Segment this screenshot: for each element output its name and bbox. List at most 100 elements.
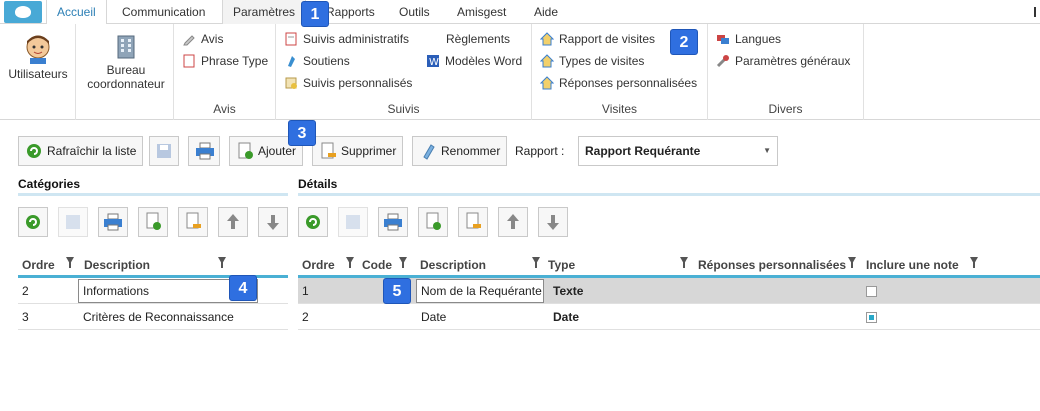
rapport-select[interactable]: Rapport Requérante ▼ (578, 136, 778, 166)
save-icon (66, 215, 80, 229)
save-icon (155, 142, 173, 160)
pencil-icon (182, 32, 196, 46)
callout-badge-1: 1 (301, 1, 329, 27)
filter-icon[interactable] (970, 257, 978, 268)
house-icon (539, 76, 555, 90)
categories-move-down-button[interactable] (258, 207, 288, 237)
soutiens-item[interactable]: Soutiens (284, 52, 350, 70)
inclure-note-checkbox[interactable] (866, 286, 877, 297)
utilisateurs-label: Utilisateurs (8, 67, 68, 81)
details-move-up-button[interactable] (498, 207, 528, 237)
document-icon (182, 54, 196, 68)
reglements-item[interactable]: Règlements (446, 30, 510, 48)
arrow-down-icon (267, 215, 279, 230)
utilisateurs-button[interactable]: Utilisateurs (2, 34, 74, 81)
group-bureau: Bureau coordonnateur (76, 24, 174, 120)
add-document-icon (146, 212, 161, 230)
tab-aide[interactable]: Aide (524, 0, 568, 24)
group-divers: Langues Paramètres généraux Divers (708, 24, 864, 120)
categories-refresh-button[interactable] (18, 207, 48, 237)
categories-save-button[interactable] (58, 207, 88, 237)
col-ordre[interactable]: Ordre (22, 258, 55, 272)
col-reponses-personnalisees[interactable]: Réponses personnalisées (698, 258, 846, 272)
suivis-administratifs-label: Suivis administratifs (303, 32, 410, 46)
phrase-type-label: Phrase Type (201, 54, 269, 68)
callout-badge-2: 2 (670, 29, 698, 55)
table-row[interactable]: 2 Date Date (298, 304, 1040, 330)
modeles-word-item[interactable]: W Modèles Word (426, 52, 522, 70)
filter-icon[interactable] (66, 257, 74, 268)
group-avis: Avis Phrase Type Avis (174, 24, 276, 120)
tab-accueil[interactable]: Accueil (46, 0, 107, 25)
col-description[interactable]: Description (84, 258, 150, 272)
filter-icon[interactable] (346, 257, 354, 268)
divers-group-label: Divers (768, 102, 803, 116)
categories-print-button[interactable] (98, 207, 128, 237)
group-suivis: Suivis administratifs Soutiens Suivis pe… (276, 24, 532, 120)
description-edit-field[interactable]: Nom de la Requérante (416, 279, 544, 303)
reponses-personnalisees-item[interactable]: Réponses personnalisées (539, 74, 697, 92)
rapport-de-visites-label: Rapport de visites (559, 32, 656, 46)
categories-delete-button[interactable] (178, 207, 208, 237)
tab-outils[interactable]: Outils (389, 0, 440, 24)
rename-icon (419, 142, 437, 160)
suivis-administratifs-item[interactable]: Suivis administratifs (284, 30, 409, 48)
delete-document-icon (186, 212, 201, 229)
parametres-generaux-item[interactable]: Paramètres généraux (716, 52, 850, 70)
add-document-icon (426, 212, 441, 230)
details-save-button[interactable] (338, 207, 368, 237)
categories-title-rule (18, 193, 288, 196)
chevron-down-icon: ▼ (763, 146, 771, 155)
clipboard-icon (284, 32, 298, 46)
refresh-list-button[interactable]: Rafraîchir la liste (18, 136, 144, 166)
avis-item[interactable]: Avis (182, 30, 223, 48)
save-button[interactable] (149, 136, 179, 166)
tab-parametres[interactable]: Paramètres (222, 0, 307, 24)
col-inclure-une-note[interactable]: Inclure une note (866, 258, 959, 272)
rapport-de-visites-item[interactable]: Rapport de visites (539, 30, 656, 48)
print-button[interactable] (188, 136, 220, 166)
table-row[interactable]: 3 Critères de Reconnaissance (18, 304, 288, 330)
categories-move-up-button[interactable] (218, 207, 248, 237)
filter-icon[interactable] (532, 257, 540, 268)
bureau-coordonnateur-button[interactable]: Bureau coordonnateur (80, 32, 172, 91)
suivis-group-label: Suivis (387, 102, 420, 116)
tab-amisgest[interactable]: Amisgest (447, 0, 516, 24)
renommer-button[interactable]: Renommer (412, 136, 508, 166)
suivis-personnalises-item[interactable]: Suivis personnalisés (284, 74, 412, 92)
details-refresh-button[interactable] (298, 207, 328, 237)
filter-icon[interactable] (680, 257, 688, 268)
col-description[interactable]: Description (420, 258, 486, 272)
inclure-note-checkbox[interactable] (866, 312, 877, 323)
filter-icon[interactable] (218, 257, 226, 268)
categories-title: Catégories (18, 177, 81, 191)
col-code[interactable]: Code (362, 258, 392, 272)
save-icon (346, 215, 360, 229)
details-add-button[interactable] (418, 207, 448, 237)
cell-type: Texte (553, 284, 584, 298)
phrase-type-item[interactable]: Phrase Type (182, 52, 268, 70)
langues-item[interactable]: Langues (716, 30, 781, 48)
refresh-list-label: Rafraîchir la liste (47, 144, 137, 158)
col-ordre[interactable]: Ordre (302, 258, 335, 272)
types-de-visites-item[interactable]: Types de visites (539, 52, 644, 70)
details-print-button[interactable] (378, 207, 408, 237)
categories-add-button[interactable] (138, 207, 168, 237)
app-menu-button[interactable] (4, 1, 42, 23)
col-type[interactable]: Type (548, 258, 575, 272)
filter-icon[interactable] (848, 257, 856, 268)
cell-description: Date (421, 310, 447, 324)
tab-communication[interactable]: Communication (112, 0, 215, 24)
details-title-rule (298, 193, 1040, 196)
details-move-down-button[interactable] (538, 207, 568, 237)
printer-icon (195, 142, 214, 160)
supprimer-button[interactable]: Supprimer (312, 136, 404, 166)
parametres-generaux-label: Paramètres généraux (735, 54, 851, 68)
svg-text:W: W (429, 57, 439, 68)
filter-icon[interactable] (399, 257, 407, 268)
rapport-select-value: Rapport Requérante (585, 144, 701, 158)
details-delete-button[interactable] (458, 207, 488, 237)
suivis-personnalises-label: Suivis personnalisés (303, 76, 413, 90)
soutiens-label: Soutiens (303, 54, 350, 68)
main-toolbar: Rafraîchir la liste Ajouter Supprimer Re… (0, 136, 1040, 168)
